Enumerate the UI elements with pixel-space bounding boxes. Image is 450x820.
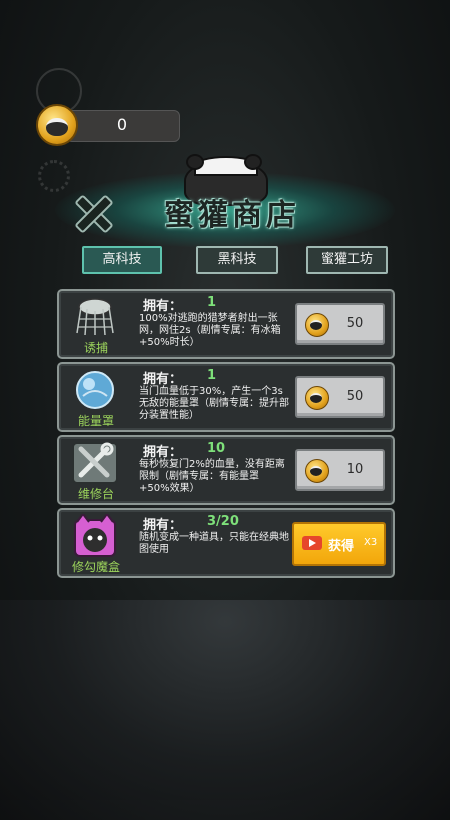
close-icon[interactable]	[70, 190, 114, 234]
buy-button-trap[interactable]: 50	[295, 303, 385, 345]
net-icon	[76, 298, 114, 336]
item-name: 诱捕	[83, 341, 108, 355]
price-label: 50	[346, 316, 364, 331]
buy-button-energy-shield[interactable]: 50	[295, 376, 385, 418]
buy-button-repair-station[interactable]: 10	[295, 449, 385, 491]
get-button-mystery-box[interactable]: 获得 X3	[292, 522, 386, 566]
own-label: 拥有：	[143, 372, 183, 387]
coin-icon	[36, 104, 78, 146]
price-label: 10	[346, 462, 364, 477]
item-description: 100%对逃跑的猎梦者射出一张网，网住2s（剧情专属：有冰箱+50%时长）	[139, 313, 281, 348]
own-value: 10	[207, 441, 226, 456]
tab-black-tech[interactable]: 黑科技	[196, 246, 278, 274]
item-name: 维修台	[77, 487, 114, 501]
own-value: 3/20	[207, 514, 239, 529]
shop-item-mystery-box: 修勾魔盒 拥有： 3/20 随机变成一种道具，只能在经典地图使用 获得 X3	[57, 508, 395, 578]
shop-item-trap: 诱捕 拥有： 1 100%对逃跑的猎梦者射出一张网，网住2s（剧情专属：有冰箱+…	[57, 289, 395, 359]
shop-item-repair-station: 维修台 拥有： 10 每秒恢复门2%的血量，没有距离限制（剧情专属：有能量罩+5…	[57, 435, 395, 505]
shield-orb-icon	[76, 371, 114, 409]
wrench-icon	[72, 442, 118, 484]
tab-badger-workshop[interactable]: 蜜獾工坊	[306, 246, 388, 274]
item-description: 每秒恢复门2%的血量，没有距离限制（剧情专属：有能量罩+50%效果）	[139, 459, 285, 494]
get-multiplier: X3	[364, 537, 378, 548]
shop-item-energy-shield: 能量罩 拥有： 1 当门血量低于30%，产生一个3s无敌的能量罩（剧情专属：提升…	[57, 362, 395, 432]
coin-icon	[305, 386, 329, 410]
item-name: 修勾魔盒	[71, 560, 120, 574]
shop-title: 蜜獾商店	[164, 198, 300, 233]
item-description: 当门血量低于30%，产生一个3s无敌的能量罩（剧情专属：提升部分装置性能）	[139, 386, 289, 421]
video-icon	[302, 536, 322, 550]
coin-balance-value: 0	[116, 115, 128, 134]
item-description: 随机变成一种道具，只能在经典地图使用	[139, 532, 289, 555]
own-label: 拥有：	[143, 299, 183, 314]
coin-balance: 0	[36, 104, 180, 146]
own-value: 1	[207, 368, 217, 383]
own-label: 拥有：	[143, 445, 183, 460]
price-label: 50	[346, 389, 364, 404]
cat-box-icon	[74, 514, 116, 557]
gear-icon	[38, 160, 70, 192]
tab-high-tech[interactable]: 高科技	[82, 246, 162, 274]
coin-icon	[305, 459, 329, 483]
coin-icon	[305, 313, 329, 337]
own-label: 拥有：	[143, 518, 183, 533]
get-label: 获得	[328, 539, 355, 554]
background-road	[0, 600, 450, 820]
own-value: 1	[207, 295, 217, 310]
item-name: 能量罩	[77, 414, 114, 428]
